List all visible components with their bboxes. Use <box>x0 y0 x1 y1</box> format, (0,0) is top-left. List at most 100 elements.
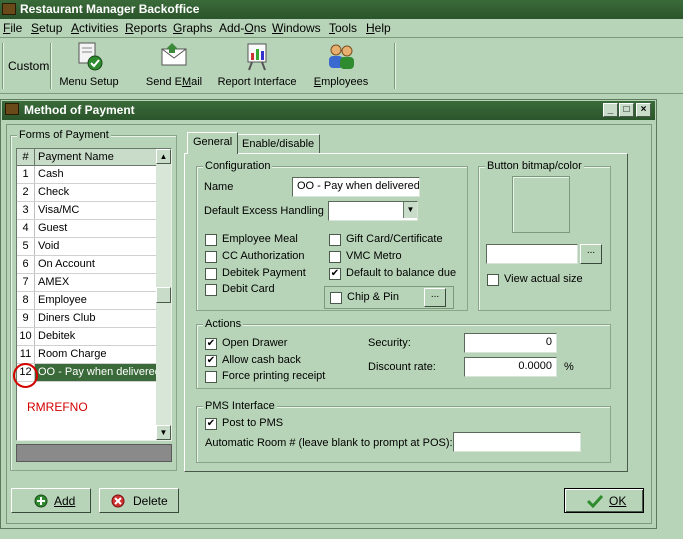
report-interface-button[interactable]: Report Interface <box>215 41 299 88</box>
chip-pin-checkbox[interactable] <box>330 292 342 304</box>
table-row[interactable]: 1 Cash <box>17 166 156 184</box>
row-number: 5 <box>17 238 35 255</box>
vmc-metro-label: VMC Metro <box>346 250 402 262</box>
table-row[interactable]: 6 On Account <box>17 256 156 274</box>
table-row[interactable]: 11 Room Charge <box>17 346 156 364</box>
menu-help[interactable]: Help <box>366 21 391 35</box>
discount-rate-input[interactable]: 0.0000 <box>464 357 557 377</box>
delete-button[interactable]: Delete <box>99 488 179 513</box>
menu-graphs[interactable]: Graphs <box>173 21 212 35</box>
pms-interface-label: PMS Interface <box>203 400 277 412</box>
cc-authorization-checkbox[interactable] <box>205 251 217 263</box>
employees-label: Employees <box>313 76 369 88</box>
add-label: Add <box>54 494 76 508</box>
row-number: 8 <box>17 292 35 309</box>
bitmap-path-input[interactable] <box>486 244 578 264</box>
debit-card-label: Debit Card <box>222 283 275 295</box>
toolbar-separator <box>394 43 396 89</box>
force-printing-checkbox[interactable] <box>205 371 217 383</box>
menu-reports[interactable]: Reports <box>125 21 167 35</box>
default-balance-due-checkbox[interactable]: ✔ <box>329 268 341 280</box>
col-num-header[interactable]: # <box>17 149 35 165</box>
report-interface-icon <box>247 43 267 71</box>
payment-name-cell: Cash <box>38 168 64 180</box>
menu-activities[interactable]: Activities <box>71 21 118 35</box>
post-to-pms-checkbox[interactable]: ✔ <box>205 418 217 430</box>
table-row[interactable]: 3 Visa/MC <box>17 202 156 220</box>
employees-icon <box>329 44 354 69</box>
percent-label: % <box>564 361 574 373</box>
menu-setup-button[interactable]: Menu Setup <box>58 41 120 88</box>
debitek-payment-checkbox[interactable] <box>205 268 217 280</box>
col-name-header[interactable]: Payment Name <box>38 149 114 165</box>
add-button[interactable]: Add <box>11 488 91 513</box>
delete-icon <box>111 494 125 508</box>
allow-cash-back-checkbox[interactable]: ✔ <box>205 355 217 367</box>
chevron-down-icon[interactable]: ▼ <box>403 202 417 218</box>
maximize-button[interactable]: □ <box>619 103 634 117</box>
menu-addons[interactable]: Add-Ons <box>219 21 266 35</box>
table-row[interactable]: 5 Void <box>17 238 156 256</box>
employees-button[interactable]: Employees <box>313 41 369 88</box>
employee-meal-checkbox[interactable] <box>205 234 217 246</box>
excess-handling-select[interactable]: ▼ <box>328 201 418 221</box>
vmc-metro-checkbox[interactable] <box>329 251 341 263</box>
list-status-field <box>16 444 172 462</box>
bitmap-browse-button[interactable]: ... <box>580 244 602 264</box>
open-drawer-checkbox[interactable]: ✔ <box>205 338 217 350</box>
add-icon <box>34 494 48 508</box>
tab-general[interactable]: General <box>187 132 239 154</box>
table-row[interactable]: 9 Diners Club <box>17 310 156 328</box>
close-button[interactable]: × <box>636 103 651 117</box>
security-input[interactable]: 0 <box>464 333 557 353</box>
scroll-thumb[interactable] <box>156 287 171 303</box>
scroll-down-button[interactable]: ▼ <box>156 425 171 440</box>
tab-enable-disable[interactable]: Enable/disable <box>236 134 321 154</box>
debit-card-checkbox[interactable] <box>205 284 217 296</box>
auto-room-input[interactable] <box>453 432 581 452</box>
table-row[interactable]: 2 Check <box>17 184 156 202</box>
excess-handling-label: Default Excess Handling <box>204 205 324 217</box>
table-row[interactable]: 4 Guest <box>17 220 156 238</box>
open-drawer-label: Open Drawer <box>222 337 288 349</box>
button-bitmap-label: Button bitmap/color <box>485 160 584 172</box>
menu-setup-icon <box>78 42 103 71</box>
list-scrollbar[interactable]: ▲ ▼ <box>156 149 171 440</box>
minimize-button[interactable]: _ <box>603 103 618 117</box>
window-title-bar[interactable]: Method of Payment _ □ × <box>2 101 655 120</box>
send-email-label: Send EMail <box>145 76 203 88</box>
app-title: Restaurant Manager Backoffice <box>20 2 200 16</box>
payment-name-cell: Diners Club <box>38 312 96 324</box>
name-input[interactable]: OO - Pay when delivered <box>292 177 420 197</box>
gift-card-label: Gift Card/Certificate <box>346 233 443 245</box>
menu-windows[interactable]: Windows <box>272 21 321 35</box>
send-email-button[interactable]: Send EMail <box>143 41 205 88</box>
ok-button[interactable]: OK <box>564 488 644 513</box>
payment-name-cell: Check <box>38 186 70 198</box>
menu-setup-label: Menu Setup <box>59 76 119 88</box>
row-number: 1 <box>17 166 35 183</box>
actions-label: Actions <box>203 318 244 330</box>
menu-setup[interactable]: Setup <box>31 21 62 35</box>
annotation-text: RMREFNO <box>27 400 88 414</box>
delete-label: Delete <box>133 494 168 508</box>
configuration-label: Configuration <box>203 160 273 172</box>
bitmap-preview[interactable] <box>512 176 570 233</box>
debitek-payment-label: Debitek Payment <box>222 267 306 279</box>
app-icon <box>2 3 16 15</box>
scroll-up-button[interactable]: ▲ <box>156 149 171 164</box>
table-row[interactable]: 7 AMEX <box>17 274 156 292</box>
view-actual-size-checkbox[interactable] <box>487 274 499 286</box>
menu-file[interactable]: File <box>3 21 22 35</box>
table-row[interactable]: 10 Debitek <box>17 328 156 346</box>
toolbar-custom-label: Custom <box>8 59 50 73</box>
toolbar-separator <box>50 43 52 89</box>
menu-tools[interactable]: Tools <box>329 21 357 35</box>
chip-pin-label: Chip & Pin <box>347 291 399 303</box>
window-title: Method of Payment <box>24 103 135 117</box>
table-row[interactable]: 8 Employee <box>17 292 156 310</box>
payment-list[interactable]: # Payment Name 1 Cash 2 Check 3 Visa/MC 4 Guest… <box>13 148 172 441</box>
gift-card-checkbox[interactable] <box>329 234 341 246</box>
default-balance-due-label: Default to balance due <box>346 267 457 279</box>
chip-pin-settings-button[interactable]: ... <box>424 288 446 307</box>
